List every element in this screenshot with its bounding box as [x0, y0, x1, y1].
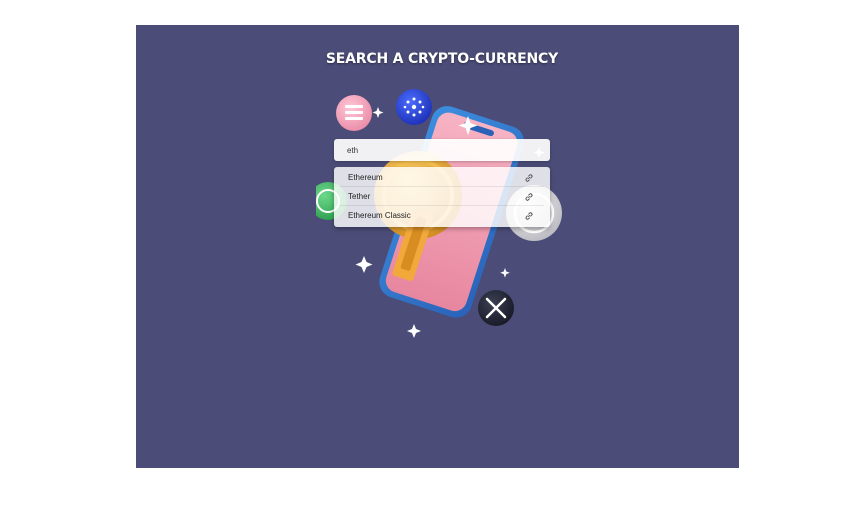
result-label: Ethereum: [348, 173, 383, 182]
search-results-dropdown: Ethereum Tether Ethereum Classic: [334, 167, 550, 227]
search-input[interactable]: [334, 139, 550, 161]
result-item-ethereum[interactable]: Ethereum: [334, 168, 550, 187]
link-icon[interactable]: [524, 173, 534, 183]
result-item-ethereum-classic[interactable]: Ethereum Classic: [334, 206, 550, 225]
result-label: Tether: [348, 192, 371, 201]
search-container: Ethereum Tether Ethereum Classic: [334, 139, 550, 227]
link-icon[interactable]: [524, 192, 534, 202]
page-title: SEARCH A CRYPTO-CURRENCY: [325, 51, 559, 67]
link-icon[interactable]: [524, 211, 534, 221]
result-item-tether[interactable]: Tether: [334, 187, 550, 206]
main-panel: SEARCH A CRYPTO-CURRENCY eth Ethereum Te…: [136, 25, 739, 468]
result-label: Ethereum Classic: [348, 211, 411, 220]
